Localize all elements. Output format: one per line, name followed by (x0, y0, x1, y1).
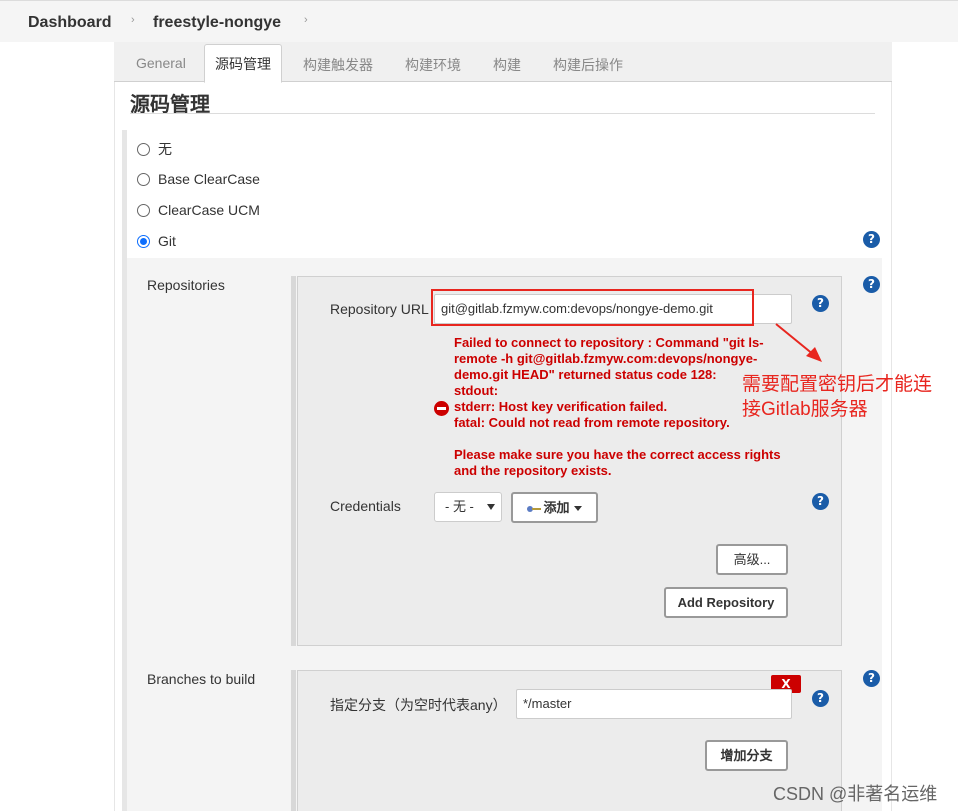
tab-bar: General 源码管理 构建触发器 构建环境 构建 构建后操作 (114, 42, 892, 83)
help-icon[interactable]: ? (812, 493, 829, 510)
help-icon[interactable]: ? (863, 276, 880, 293)
help-icon[interactable]: ? (863, 670, 880, 687)
help-icon[interactable]: ? (812, 690, 829, 707)
highlight-frame (431, 289, 754, 326)
credentials-select[interactable]: - 无 - (434, 492, 502, 522)
radio-git[interactable] (137, 234, 150, 248)
credentials-select-value: - 无 - (445, 499, 474, 514)
add-repository-button[interactable]: Add Repository (664, 587, 788, 618)
breadcrumb-separator[interactable]: › (304, 14, 308, 26)
branches-label: Branches to build (147, 671, 256, 687)
radio-label: Base ClearCase (158, 171, 260, 187)
section-divider (130, 113, 875, 114)
tab-source-code-management[interactable]: 源码管理 (204, 44, 282, 83)
tab-build[interactable]: 构建 (493, 55, 521, 75)
repository-url-label: Repository URL (330, 301, 429, 317)
error-line: demo.git HEAD" returned status code 128: (454, 367, 717, 382)
radio-label: Git (158, 233, 176, 249)
add-credentials-label: 添加 (543, 500, 570, 515)
add-branch-button[interactable]: 增加分支 (705, 740, 788, 771)
error-line: Failed to connect to repository : Comman… (454, 335, 764, 350)
credentials-label: Credentials (330, 498, 401, 514)
repositories-label: Repositories (147, 277, 225, 293)
error-hint-line: Please make sure you have the correct ac… (454, 447, 781, 462)
branch-specifier-label: 指定分支（为空时代表any） (330, 697, 507, 713)
radio-base-clearcase[interactable] (137, 172, 150, 186)
tab-general[interactable]: General (136, 55, 186, 71)
key-icon (527, 505, 542, 513)
branch-specifier-input[interactable]: */master (516, 689, 792, 719)
scm-option-base-clearcase[interactable]: Base ClearCase (137, 171, 260, 187)
chevron-down-icon (487, 504, 495, 510)
radio-label: ClearCase UCM (158, 202, 260, 218)
error-message: Failed to connect to repository : Comman… (454, 335, 799, 479)
breadcrumb-dashboard[interactable]: Dashboard (28, 14, 112, 32)
repositories-indent-rule (291, 276, 296, 646)
tab-build-environment[interactable]: 构建环境 (405, 55, 461, 75)
add-credentials-button[interactable]: 添加 (511, 492, 598, 523)
breadcrumb: Dashboard › freestyle-nongye › (0, 0, 958, 42)
watermark: CSDN @非著名运维 (773, 784, 938, 804)
error-line: stdout: (454, 383, 499, 398)
breadcrumb-separator[interactable]: › (131, 14, 135, 26)
error-icon (434, 401, 449, 416)
tab-post-build-actions[interactable]: 构建后操作 (553, 55, 623, 75)
error-hint-line: and the repository exists. (454, 463, 612, 478)
help-icon[interactable]: ? (863, 231, 880, 248)
radio-none[interactable] (137, 142, 150, 156)
radio-label: 无 (158, 141, 172, 157)
branches-indent-rule (291, 670, 296, 811)
radio-clearcase-ucm[interactable] (137, 203, 150, 217)
scm-option-clearcase-ucm[interactable]: ClearCase UCM (137, 202, 260, 218)
help-icon[interactable]: ? (812, 295, 829, 312)
scm-option-git[interactable]: Git (137, 233, 176, 249)
chevron-down-icon (573, 506, 582, 512)
error-line: remote -h git@gitlab.fzmyw.com:devops/no… (454, 351, 758, 366)
tab-build-triggers[interactable]: 构建触发器 (303, 55, 373, 75)
error-line: fatal: Could not read from remote reposi… (454, 415, 730, 430)
advanced-button[interactable]: 高级... (716, 544, 788, 575)
breadcrumb-job[interactable]: freestyle-nongye (153, 14, 281, 32)
error-line: stderr: Host key verification failed. (454, 399, 668, 414)
scm-option-none[interactable]: 无 (137, 139, 172, 159)
